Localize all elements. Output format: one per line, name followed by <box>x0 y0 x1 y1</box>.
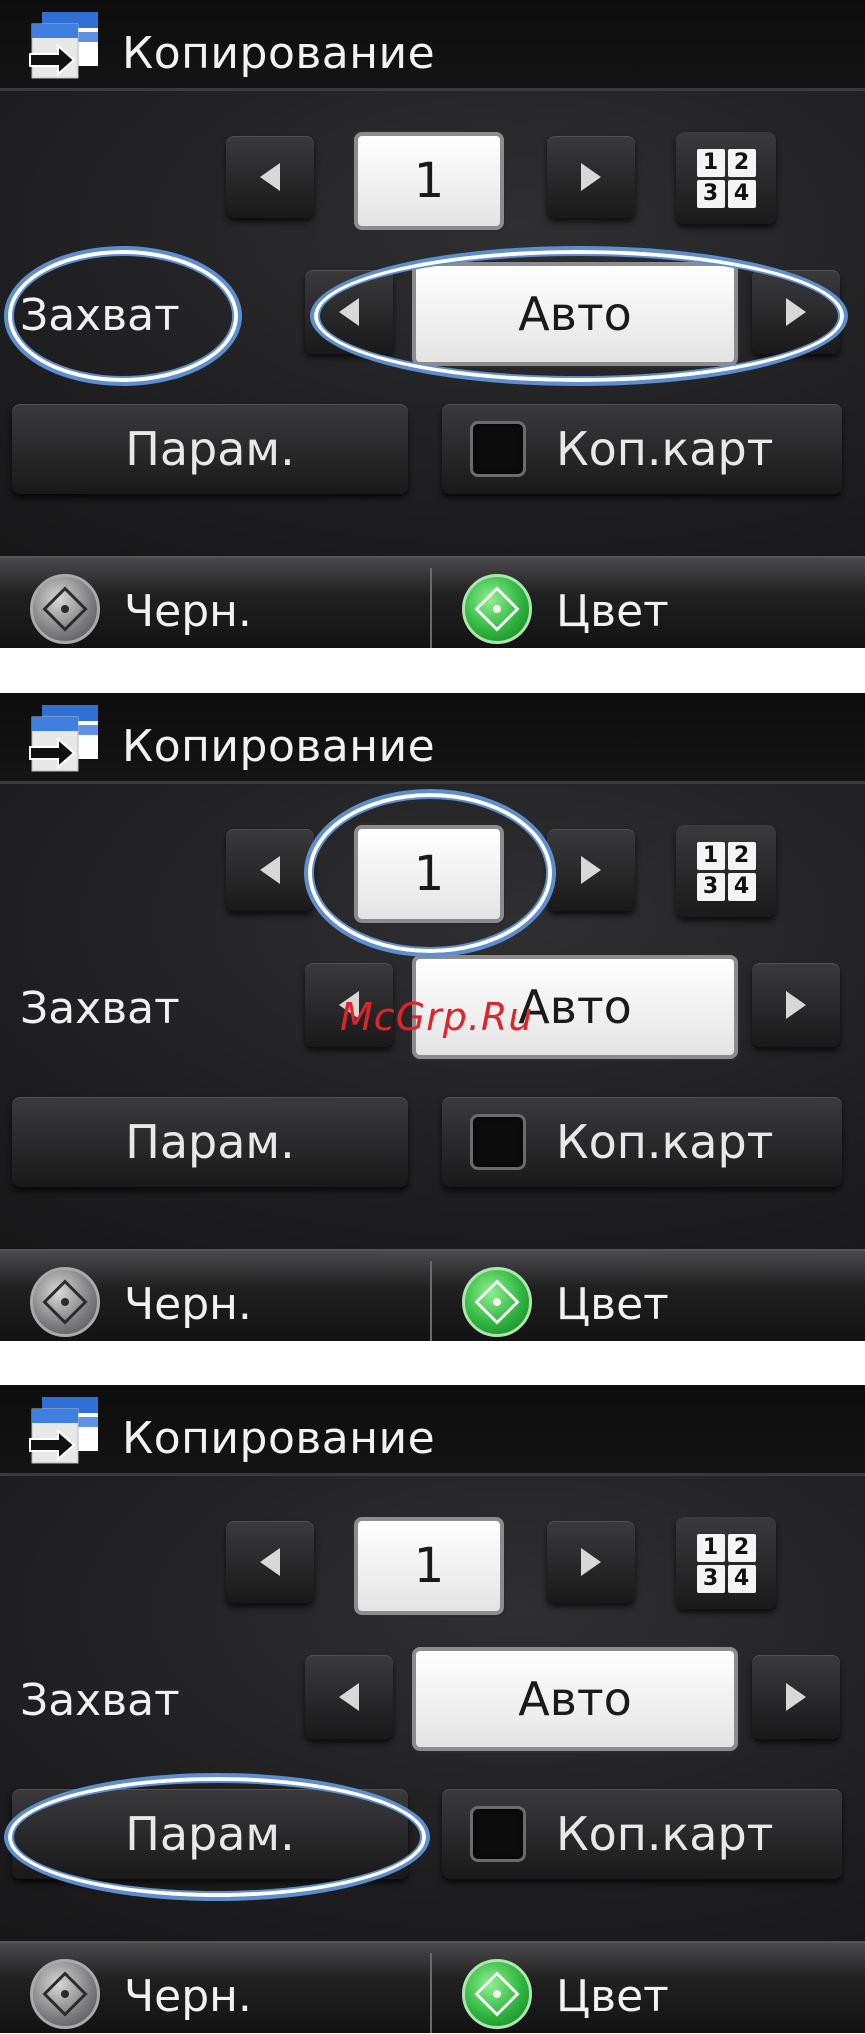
capture-label: Захват <box>20 290 180 341</box>
copy-icon <box>29 1397 98 1464</box>
title-bar: Копирование <box>0 0 865 91</box>
start-mono-label[interactable]: Черн. <box>124 586 252 637</box>
start-color-button[interactable] <box>462 574 532 644</box>
arrow-right-icon <box>786 298 806 326</box>
copy-icon <box>29 12 98 79</box>
pages-per-sheet-button[interactable]: 1 2 3 4 <box>676 825 776 917</box>
bottom-bar: Черн. Цвет <box>0 556 865 648</box>
arrow-right-icon <box>581 856 601 884</box>
copy-screen-step-1: Копирование 1 1 2 3 4 Захват Авто Парам.… <box>0 0 865 648</box>
title-bar: Копирование <box>0 1385 865 1476</box>
divider <box>430 1953 432 2033</box>
bottom-bar: Черн. Цвет <box>0 1249 865 1341</box>
collate-label: Коп.карт <box>556 1115 774 1169</box>
increase-copies-button[interactable] <box>547 136 635 218</box>
copies-count-field[interactable]: 1 <box>354 1517 504 1615</box>
arrow-right-icon <box>581 163 601 191</box>
start-mono-button[interactable] <box>30 574 100 644</box>
arrow-left-icon <box>339 298 359 326</box>
decrease-copies-button[interactable] <box>226 1521 314 1603</box>
start-icon <box>42 1971 88 2017</box>
collate-checkbox[interactable] <box>470 421 526 477</box>
start-icon <box>474 586 520 632</box>
copies-count-field[interactable]: 1 <box>354 132 504 230</box>
grid-1234-icon: 1 2 3 4 <box>696 1533 756 1593</box>
capture-prev-button[interactable] <box>305 1655 393 1739</box>
collate-checkbox[interactable] <box>470 1114 526 1170</box>
start-color-label[interactable]: Цвет <box>556 1279 669 1330</box>
decrease-copies-button[interactable] <box>226 829 314 911</box>
collate-label: Коп.карт <box>556 422 774 476</box>
increase-copies-button[interactable] <box>547 1521 635 1603</box>
capture-next-button[interactable] <box>752 963 840 1047</box>
bottom-bar: Черн. Цвет <box>0 1941 865 2033</box>
start-color-button[interactable] <box>462 1959 532 2029</box>
collate-checkbox[interactable] <box>470 1806 526 1862</box>
page-title: Копирование <box>122 1413 436 1464</box>
decrease-copies-button[interactable] <box>226 136 314 218</box>
grid-1234-icon: 1 2 3 4 <box>696 148 756 208</box>
copy-icon <box>29 705 98 772</box>
start-icon <box>474 1971 520 2017</box>
start-icon <box>42 1279 88 1325</box>
collate-button[interactable]: Коп.карт <box>442 1097 842 1187</box>
start-mono-button[interactable] <box>30 1959 100 2029</box>
arrow-left-icon <box>260 856 280 884</box>
start-color-label[interactable]: Цвет <box>556 586 669 637</box>
arrow-right-icon <box>786 991 806 1019</box>
capture-value-field[interactable]: Авто <box>412 1647 738 1751</box>
capture-label: Захват <box>20 983 180 1034</box>
arrow-right-icon <box>786 1683 806 1711</box>
title-bar: Копирование <box>0 693 865 784</box>
collate-button[interactable]: Коп.карт <box>442 1789 842 1879</box>
params-button[interactable]: Парам. <box>12 1789 408 1879</box>
divider <box>430 1261 432 1341</box>
collate-label: Коп.карт <box>556 1807 774 1861</box>
capture-label: Захват <box>20 1675 180 1726</box>
capture-next-button[interactable] <box>752 270 840 354</box>
watermark: McGrp.Ru <box>340 995 534 1039</box>
capture-next-button[interactable] <box>752 1655 840 1739</box>
start-icon <box>42 586 88 632</box>
capture-value-field[interactable]: Авто <box>412 262 738 366</box>
start-color-button[interactable] <box>462 1267 532 1337</box>
divider <box>430 568 432 648</box>
collate-button[interactable]: Коп.карт <box>442 404 842 494</box>
pages-per-sheet-button[interactable]: 1 2 3 4 <box>676 1517 776 1609</box>
arrow-left-icon <box>260 163 280 191</box>
arrow-right-icon <box>581 1548 601 1576</box>
start-color-label[interactable]: Цвет <box>556 1971 669 2022</box>
start-icon <box>474 1279 520 1325</box>
params-button[interactable]: Парам. <box>12 404 408 494</box>
page-title: Копирование <box>122 28 436 79</box>
params-button[interactable]: Парам. <box>12 1097 408 1187</box>
copy-screen-step-3: Копирование 1 1 2 3 4 Захват Авто Парам.… <box>0 1385 865 2033</box>
start-mono-label[interactable]: Черн. <box>124 1279 252 1330</box>
page-title: Копирование <box>122 721 436 772</box>
arrow-left-icon <box>260 1548 280 1576</box>
start-mono-label[interactable]: Черн. <box>124 1971 252 2022</box>
arrow-left-icon <box>339 1683 359 1711</box>
copies-count-field[interactable]: 1 <box>354 825 504 923</box>
pages-per-sheet-button[interactable]: 1 2 3 4 <box>676 132 776 224</box>
start-mono-button[interactable] <box>30 1267 100 1337</box>
capture-prev-button[interactable] <box>305 270 393 354</box>
grid-1234-icon: 1 2 3 4 <box>696 841 756 901</box>
increase-copies-button[interactable] <box>547 829 635 911</box>
